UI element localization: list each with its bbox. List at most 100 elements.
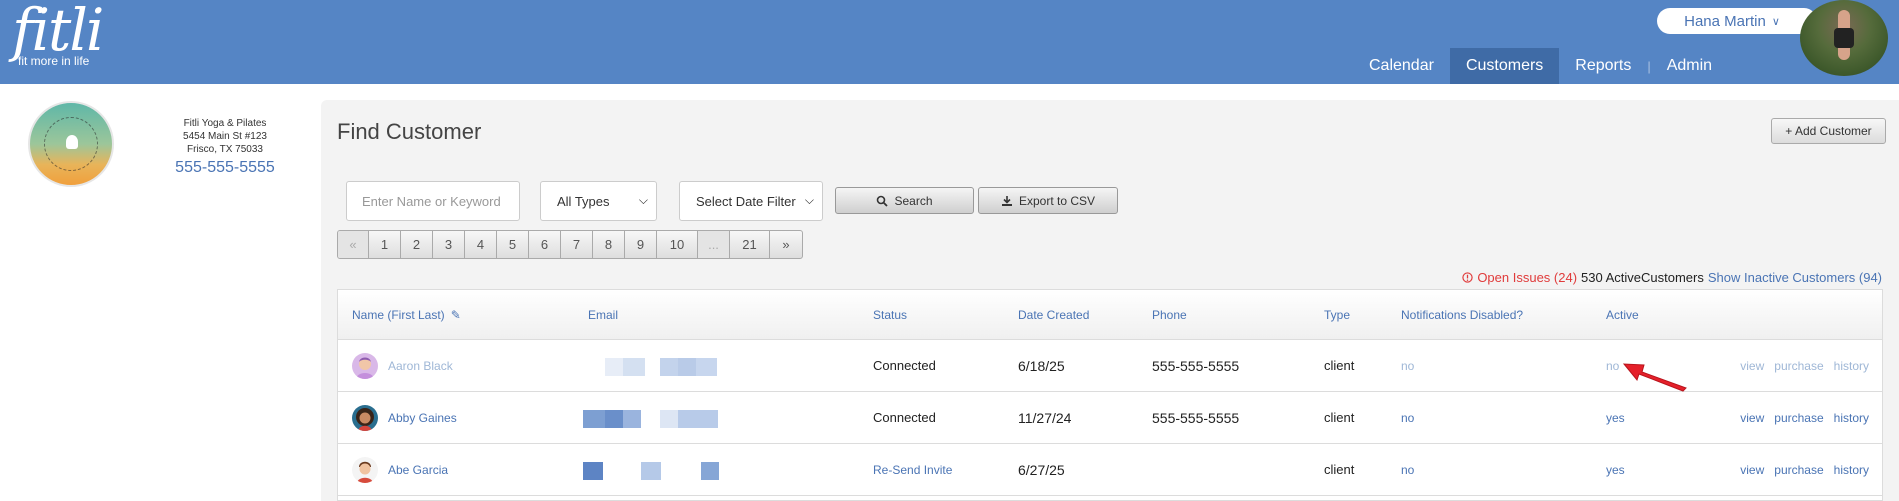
nav-customers[interactable]: Customers: [1449, 48, 1560, 84]
customer-name-link[interactable]: Abe Garcia: [388, 444, 448, 495]
date-filter-select[interactable]: Select Date Filter ⌵: [679, 181, 823, 221]
search-button[interactable]: Search: [835, 187, 974, 214]
table-header: Name (First Last) ✎ Email Status Date Cr…: [338, 290, 1882, 340]
open-issues-link[interactable]: Open Issues (24): [1477, 270, 1577, 285]
pager-page[interactable]: 6: [529, 231, 561, 258]
nav-reports[interactable]: Reports: [1559, 48, 1647, 84]
type-select[interactable]: All Types ⌵: [540, 181, 657, 221]
notifications-disabled-value[interactable]: no: [1401, 340, 1414, 391]
history-link[interactable]: history: [1834, 359, 1869, 373]
user-avatar[interactable]: [1800, 0, 1888, 76]
studio-phone[interactable]: 555-555-5555: [150, 159, 300, 177]
export-button-label: Export to CSV: [1018, 193, 1096, 208]
redacted-email: [660, 358, 678, 376]
redacted-email: [660, 410, 678, 428]
view-link[interactable]: view: [1740, 463, 1764, 477]
column-header-email[interactable]: Email: [588, 290, 618, 340]
purchase-link[interactable]: purchase: [1774, 463, 1823, 477]
pencil-icon[interactable]: ✎: [451, 308, 461, 322]
customer-summary: Open Issues (24) 530 ActiveCustomers Sho…: [1462, 270, 1882, 285]
add-customer-button[interactable]: + Add Customer: [1771, 118, 1886, 144]
redacted-email: [678, 358, 696, 376]
studio-name: Fitli Yoga & Pilates: [183, 118, 267, 129]
active-value[interactable]: no: [1606, 340, 1619, 391]
active-value[interactable]: yes: [1606, 392, 1625, 443]
pager-next[interactable]: »: [770, 231, 802, 258]
purchase-link[interactable]: purchase: [1774, 411, 1823, 425]
resend-invite-link[interactable]: Re-Send Invite: [873, 444, 952, 495]
customer-type: client: [1324, 358, 1355, 373]
history-link[interactable]: history: [1834, 411, 1869, 425]
customer-name-link[interactable]: Aaron Black: [388, 340, 453, 391]
search-icon: [877, 195, 889, 207]
pagination: « 1 2 3 4 5 6 7 8 9 10 ... 21 »: [337, 230, 803, 259]
phone-number: 555-555-5555: [1152, 409, 1240, 426]
view-link[interactable]: view: [1740, 411, 1764, 425]
notifications-disabled-value[interactable]: no: [1401, 392, 1414, 443]
nav-admin[interactable]: Admin: [1651, 48, 1728, 84]
user-name: Hana Martin: [1684, 12, 1766, 30]
phone-number: 555-555-5555: [1152, 357, 1240, 374]
nav-calendar[interactable]: Calendar: [1353, 48, 1450, 84]
customer-type: client: [1324, 462, 1355, 477]
pager-page[interactable]: 10: [657, 231, 698, 258]
redacted-email: [583, 462, 603, 480]
pager-page[interactable]: 1: [369, 231, 401, 258]
customer-type: client: [1324, 410, 1355, 425]
column-header-active[interactable]: Active: [1606, 290, 1639, 340]
pager-page[interactable]: 8: [593, 231, 625, 258]
chevron-down-icon: ⌵: [638, 193, 648, 207]
date-created: 11/27/24: [1018, 409, 1072, 426]
pager-page[interactable]: 21: [730, 231, 770, 258]
pager-page[interactable]: 3: [433, 231, 465, 258]
pager-page[interactable]: 7: [561, 231, 593, 258]
avatar: [352, 457, 378, 483]
annotation-arrow-icon: [1622, 363, 1687, 392]
export-csv-button[interactable]: Export to CSV: [978, 187, 1118, 214]
chevron-down-icon: ⌵: [804, 193, 814, 207]
date-filter-value: Select Date Filter: [696, 193, 796, 209]
fitli-logo[interactable]: fitli fit more in life: [12, 0, 104, 68]
pager-page[interactable]: 5: [497, 231, 529, 258]
brand-name: fitli: [12, 0, 104, 64]
column-header-type[interactable]: Type: [1324, 290, 1350, 340]
user-menu[interactable]: Hana Martin ∨: [1657, 8, 1817, 34]
status-text: Connected: [873, 358, 936, 373]
column-header-date-created[interactable]: Date Created: [1018, 290, 1089, 340]
date-created: 6/27/25: [1018, 461, 1065, 478]
row-actions: view purchase history: [1740, 340, 1869, 391]
purchase-link[interactable]: purchase: [1774, 359, 1823, 373]
column-header-notifications[interactable]: Notifications Disabled?: [1401, 290, 1523, 340]
customer-table: Name (First Last) ✎ Email Status Date Cr…: [337, 289, 1883, 501]
studio-address-line2: Frisco, TX 75033: [187, 144, 263, 155]
active-value[interactable]: yes: [1606, 444, 1625, 495]
history-link[interactable]: history: [1834, 463, 1869, 477]
studio-info: Fitli Yoga & Pilates 5454 Main St #123 F…: [150, 117, 300, 177]
avatar: [352, 405, 378, 431]
pager-page[interactable]: 2: [401, 231, 433, 258]
studio-logo: [28, 101, 114, 187]
chevron-down-icon: ∨: [1771, 15, 1780, 28]
status-text: Connected: [873, 410, 936, 425]
search-input[interactable]: Enter Name or Keyword: [346, 181, 520, 221]
redacted-email: [701, 462, 719, 480]
pager-page[interactable]: 4: [465, 231, 497, 258]
column-header-phone[interactable]: Phone: [1152, 290, 1187, 340]
show-inactive-link[interactable]: Show Inactive Customers (94): [1708, 270, 1882, 285]
customer-name-link[interactable]: Abby Gaines: [388, 392, 457, 443]
redacted-email: [678, 410, 718, 428]
view-link[interactable]: view: [1740, 359, 1764, 373]
notifications-disabled-value[interactable]: no: [1401, 444, 1414, 495]
pager-prev[interactable]: «: [338, 231, 369, 258]
redacted-email: [605, 410, 623, 428]
search-button-label: Search: [894, 193, 933, 208]
main-nav: Calendar Customers Reports | Admin: [1353, 48, 1728, 84]
column-header-status[interactable]: Status: [873, 290, 907, 340]
pager-ellipsis: ...: [698, 231, 730, 258]
row-actions: view purchase history: [1740, 444, 1869, 495]
avatar: [352, 353, 378, 379]
redacted-email: [623, 358, 645, 376]
pager-page[interactable]: 9: [625, 231, 657, 258]
date-created: 6/18/25: [1018, 357, 1065, 374]
column-header-name[interactable]: Name (First Last) ✎: [352, 290, 461, 340]
